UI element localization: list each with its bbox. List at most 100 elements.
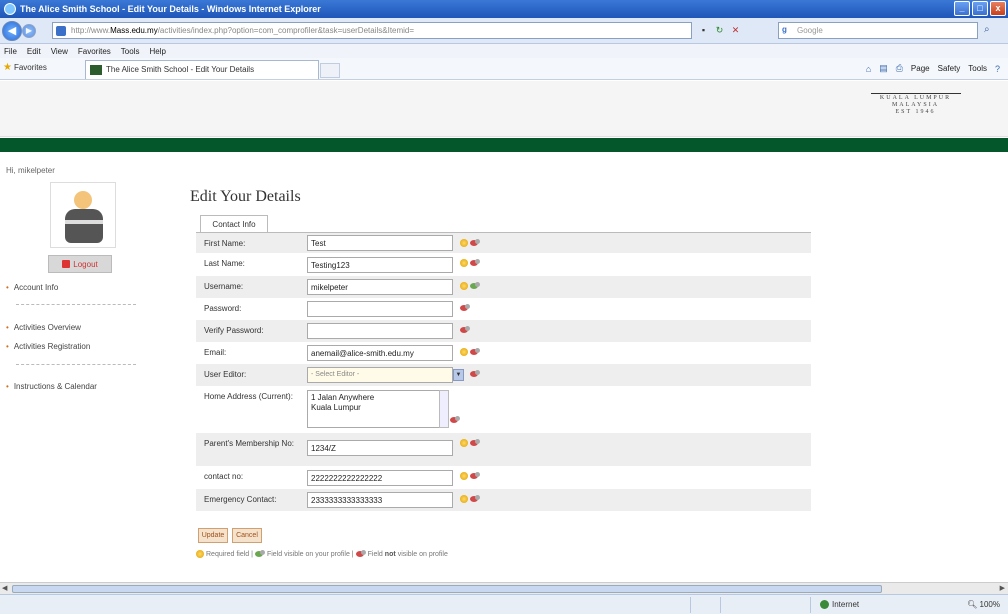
header-green-bar <box>0 138 1008 152</box>
safety-menu[interactable]: Safety <box>938 64 961 73</box>
verify-password-field[interactable] <box>307 323 453 339</box>
sidebar-item-instructions-calendar[interactable]: • Instructions & Calendar <box>6 382 97 391</box>
last-name-row: Last Name: <box>196 253 811 276</box>
ie-logo-icon <box>4 3 16 15</box>
last-name-field[interactable] <box>307 257 453 273</box>
emergency-contact-row: Emergency Contact: <box>196 489 811 511</box>
back-button[interactable]: ◀ <box>2 21 22 41</box>
required-icon <box>196 550 204 558</box>
sidebar-divider <box>16 304 136 305</box>
horizontal-scrollbar[interactable]: ◀ ▶ <box>0 582 1008 594</box>
new-tab-button[interactable] <box>320 63 340 78</box>
stop-icon[interactable]: ✕ <box>729 23 742 37</box>
required-icon <box>460 495 468 503</box>
email-field[interactable] <box>307 345 453 361</box>
not-visible-icon <box>460 304 470 312</box>
update-button[interactable]: Update <box>198 528 228 543</box>
menu-favorites[interactable]: Favorites <box>78 47 111 56</box>
contact-no-row: contact no: <box>196 466 811 489</box>
visible-icon <box>254 550 265 558</box>
menu-help[interactable]: Help <box>149 47 165 56</box>
home-icon[interactable]: ⌂ <box>866 64 871 74</box>
menu-bar: File Edit View Favorites Tools Help <box>0 44 1008 58</box>
sidebar: Hi, mikelpeter Logout • Account Info • Act… <box>0 152 170 582</box>
sidebar-item-activities-overview[interactable]: • Activities Overview <box>6 323 81 332</box>
close-button[interactable]: x <box>990 1 1006 16</box>
print-icon[interactable]: ⎙ <box>896 63 903 74</box>
username-field[interactable] <box>307 279 453 295</box>
browser-tab[interactable]: The Alice Smith School - Edit Your Detai… <box>85 60 319 79</box>
required-icon <box>460 259 468 267</box>
menu-tools[interactable]: Tools <box>121 47 140 56</box>
home-address-field[interactable]: 1 Jalan Anywhere Kuala Lumpur <box>307 390 445 428</box>
tools-menu[interactable]: Tools <box>968 64 987 73</box>
required-icon <box>460 239 468 247</box>
first-name-label: First Name: <box>204 239 246 248</box>
cancel-button[interactable]: Cancel <box>232 528 262 543</box>
verify-password-row: Verify Password: <box>196 320 811 342</box>
bullet-icon: • <box>6 323 9 332</box>
not-visible-icon <box>470 439 480 447</box>
menu-view[interactable]: View <box>51 47 68 56</box>
menu-edit[interactable]: Edit <box>27 47 41 56</box>
refresh-icon[interactable]: ↻ <box>713 23 726 37</box>
password-field[interactable] <box>307 301 453 317</box>
required-icon <box>460 439 468 447</box>
user-editor-select[interactable]: - Select Editor - ▼ <box>307 367 464 383</box>
membership-label: Parent's Membership No: <box>204 439 295 448</box>
membership-field[interactable] <box>307 440 453 456</box>
not-visible-icon <box>470 370 480 378</box>
not-visible-icon <box>470 239 480 247</box>
menu-file[interactable]: File <box>4 47 17 56</box>
sidebar-item-activities-registration[interactable]: • Activities Registration <box>6 342 90 351</box>
window-title: The Alice Smith School - Edit Your Detai… <box>20 4 321 14</box>
bullet-icon: • <box>6 342 9 351</box>
scroll-right-icon[interactable]: ▶ <box>1000 584 1005 592</box>
favorites-button[interactable]: ★ Favorites <box>3 62 47 73</box>
compatibility-icon[interactable]: ▪ <box>697 23 710 37</box>
address-bar: ◀ ▶ http://www.Mass.edu.my/activities/in… <box>0 18 1008 44</box>
password-row: Password: <box>196 298 811 320</box>
logout-icon <box>62 260 71 268</box>
search-icon[interactable]: ⌕ <box>984 24 990 35</box>
minimize-button[interactable]: _ <box>954 1 970 16</box>
feeds-icon[interactable]: ▤ <box>879 63 888 74</box>
avatar <box>50 182 116 248</box>
email-row: Email: <box>196 342 811 364</box>
password-label: Password: <box>204 304 242 313</box>
user-editor-row: User Editor: - Select Editor - ▼ <box>196 364 811 386</box>
search-input[interactable]: g Google <box>778 22 978 39</box>
url-input[interactable]: http://www.Mass.edu.my/activities/index.… <box>52 22 692 39</box>
school-logo: KUALA LUMPUR MALAYSIA EST 1946 <box>863 83 968 119</box>
contact-no-field[interactable] <box>307 470 453 486</box>
site-favicon-icon <box>56 26 66 36</box>
page-menu[interactable]: Page <box>911 64 930 73</box>
logout-button[interactable]: Logout <box>48 255 112 273</box>
required-icon <box>460 282 468 290</box>
page-title: Edit Your Details <box>190 188 301 205</box>
emergency-contact-field[interactable] <box>307 492 453 508</box>
user-greeting: Hi, mikelpeter <box>6 166 55 175</box>
not-visible-icon <box>470 472 480 480</box>
scrollbar-thumb[interactable] <box>12 585 882 593</box>
help-icon[interactable]: ? <box>995 64 1000 74</box>
not-visible-icon <box>470 348 480 356</box>
first-name-field[interactable] <box>307 235 453 251</box>
textarea-scrollbar[interactable] <box>439 390 449 428</box>
forward-button[interactable]: ▶ <box>22 24 36 38</box>
globe-icon <box>820 600 829 609</box>
tab-contact-info[interactable]: Contact Info <box>200 215 268 233</box>
google-icon: g <box>782 25 787 34</box>
username-row: Username: <box>196 276 811 298</box>
username-label: Username: <box>204 282 244 291</box>
contact-no-label: contact no: <box>204 472 244 481</box>
chevron-down-icon[interactable]: ▼ <box>453 369 464 381</box>
maximize-button[interactable]: □ <box>972 1 988 16</box>
security-zone[interactable]: Internet <box>820 600 859 609</box>
zoom-level[interactable]: 🔍︎ 100% <box>967 600 1000 609</box>
bullet-icon: • <box>6 283 9 292</box>
email-label: Email: <box>204 348 227 357</box>
sidebar-item-account-info[interactable]: • Account Info <box>6 283 58 292</box>
star-icon: ★ <box>3 62 12 73</box>
scroll-left-icon[interactable]: ◀ <box>2 584 7 592</box>
